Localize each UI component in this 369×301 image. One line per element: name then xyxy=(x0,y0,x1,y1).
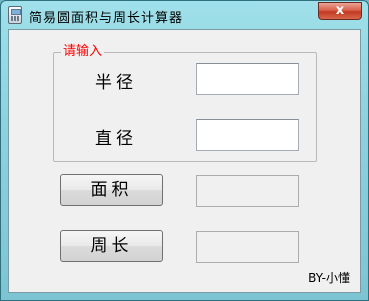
close-button[interactable]: x xyxy=(318,2,362,20)
area-button[interactable]: 面积 xyxy=(60,174,163,206)
area-result-field[interactable] xyxy=(196,175,299,207)
client-area: 请输入 半径 直径 面积 周长 BY-小懂 xyxy=(8,29,361,293)
diameter-input[interactable] xyxy=(196,119,299,151)
radius-label: 半径 xyxy=(95,73,137,93)
diameter-label: 直径 xyxy=(95,129,137,149)
input-group-legend: 请输入 xyxy=(61,44,105,60)
main-window: 简易圆面积与周长计算器 x 请输入 半径 直径 面积 周长 BY-小懂 xyxy=(0,0,369,301)
app-icon xyxy=(8,6,22,24)
window-title: 简易圆面积与周长计算器 xyxy=(29,11,184,26)
close-icon: x xyxy=(335,3,345,18)
author-credit: BY-小懂 xyxy=(308,271,350,285)
title-bar[interactable]: 简易圆面积与周长计算器 x xyxy=(1,1,368,29)
radius-input[interactable] xyxy=(196,63,299,95)
perimeter-button[interactable]: 周长 xyxy=(60,230,163,262)
perimeter-result-field[interactable] xyxy=(196,231,299,263)
